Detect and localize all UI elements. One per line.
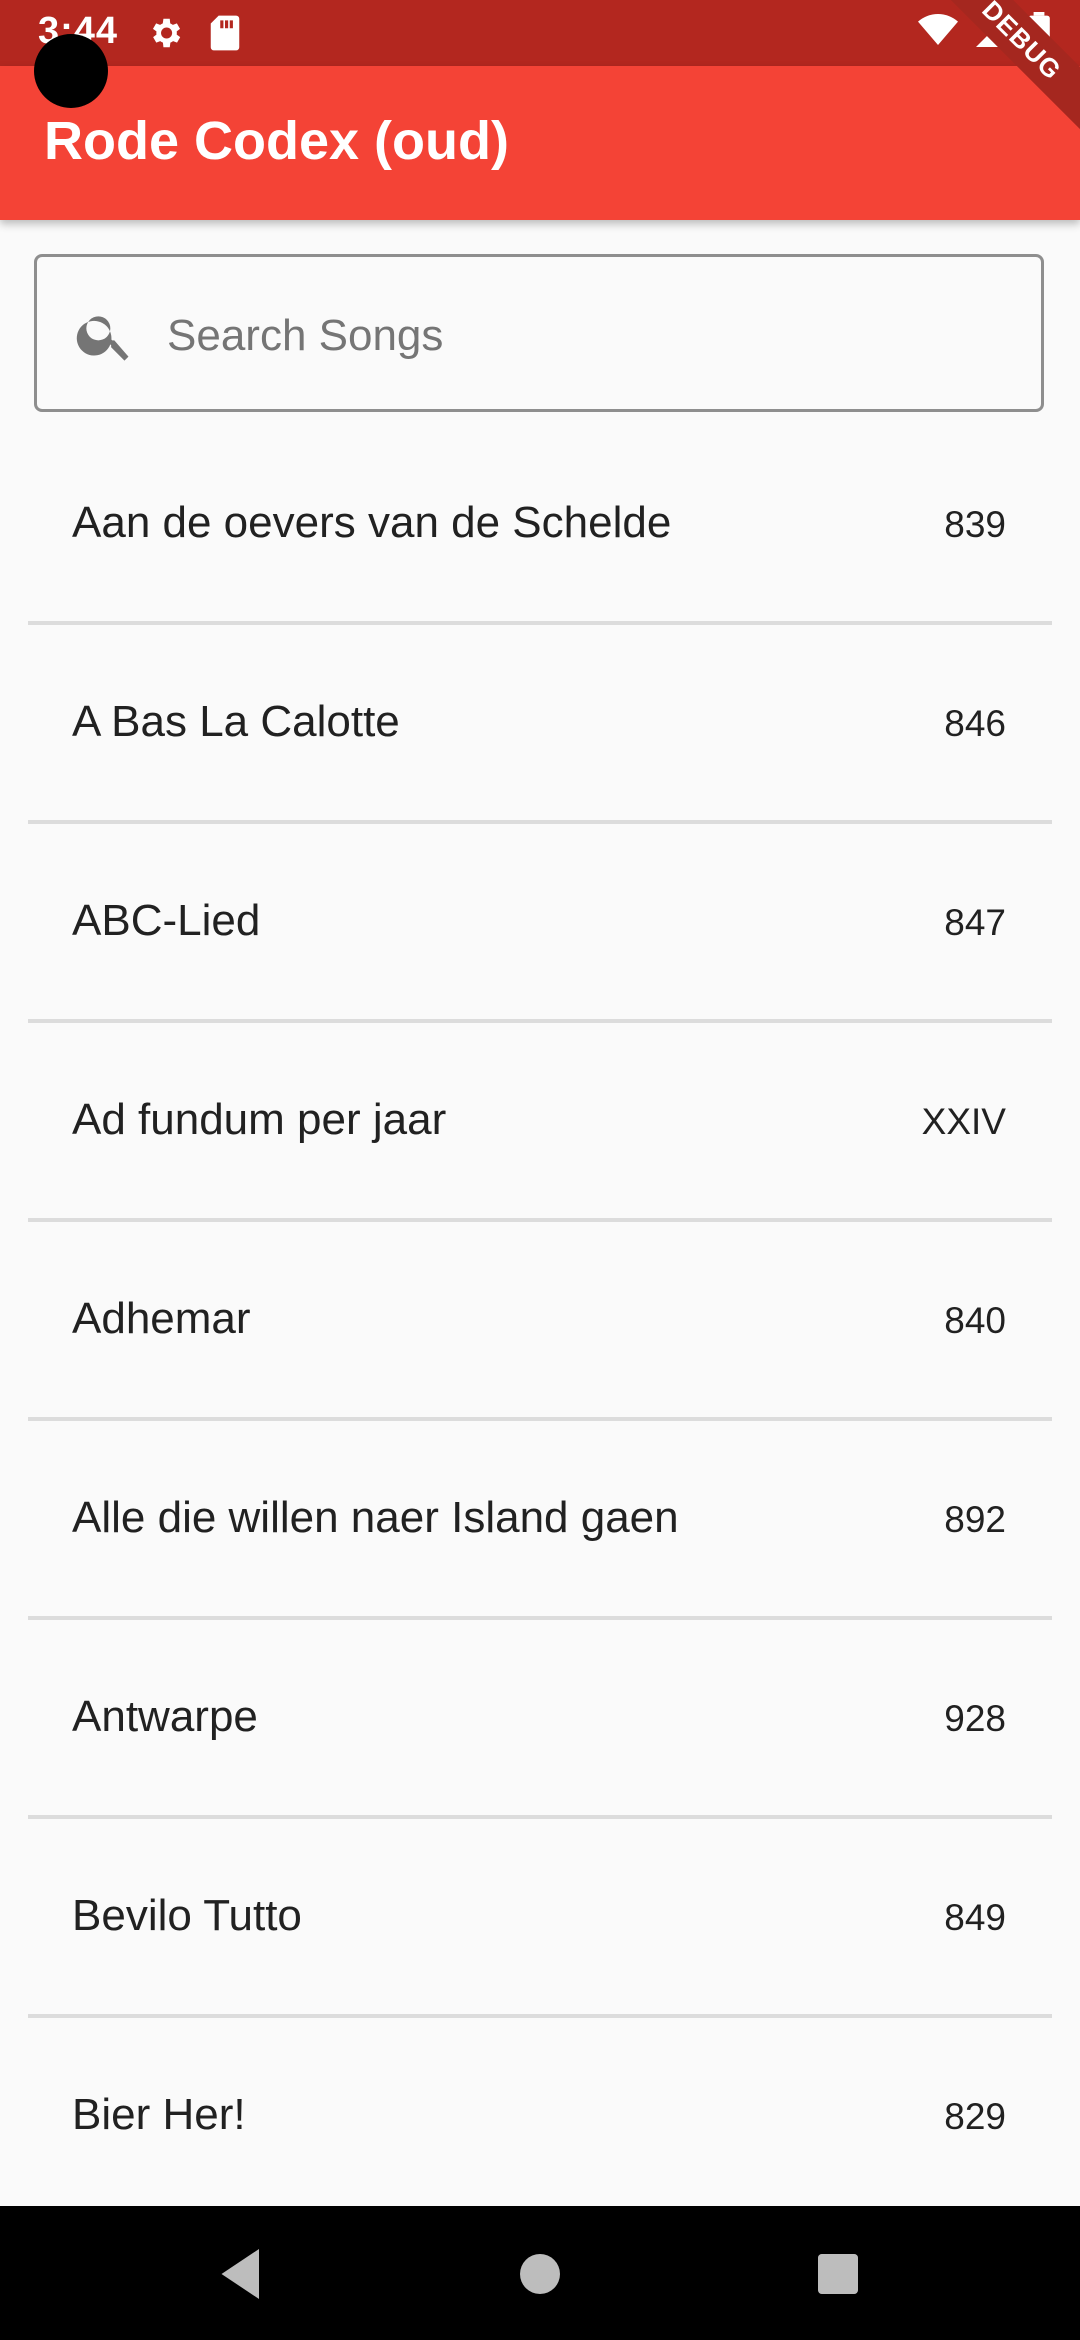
song-title: Aan de oevers van de Schelde (72, 498, 672, 547)
song-number: 928 (944, 1698, 1006, 1739)
song-list-item[interactable]: Alle die willen naer Island gaen 892 (28, 1421, 1052, 1620)
wifi-icon (918, 13, 958, 52)
song-title: Ad fundum per jaar (72, 1095, 447, 1144)
song-list: Aan de oevers van de Schelde 839 A Bas L… (0, 426, 1080, 2217)
status-bar: 3:44 (0, 0, 1080, 66)
song-number: 847 (944, 902, 1006, 943)
song-number: 846 (944, 703, 1006, 744)
page-title: Rode Codex (oud) (44, 111, 509, 171)
search-input[interactable] (165, 287, 1009, 385)
song-list-item[interactable]: A Bas La Calotte 846 (28, 625, 1052, 824)
home-icon[interactable] (510, 2244, 570, 2304)
camera-cutout (34, 34, 108, 108)
song-number: 892 (944, 1499, 1006, 1540)
song-title: Alle die willen naer Island gaen (72, 1493, 679, 1542)
back-icon[interactable] (214, 2244, 274, 2304)
sd-card-icon (208, 14, 242, 57)
song-list-item[interactable]: Ad fundum per jaar XXIV (28, 1023, 1052, 1222)
song-number: 840 (944, 1300, 1006, 1341)
song-list-item[interactable]: Bier Her! 829 (28, 2018, 1052, 2217)
song-number: 829 (944, 2096, 1006, 2137)
status-left-icons (146, 14, 242, 57)
song-list-item[interactable]: ABC-Lied 847 (28, 824, 1052, 1023)
song-list-item[interactable]: Antwarpe 928 (28, 1620, 1052, 1819)
screen: 3:44 Rode Codex (oud) DEBUG Search Songs… (0, 0, 1080, 2340)
settings-icon (146, 14, 184, 57)
song-number: 849 (944, 1897, 1006, 1938)
song-title: Bier Her! (72, 2090, 246, 2139)
search-field[interactable] (34, 254, 1044, 412)
navigation-bar (0, 2206, 1080, 2340)
song-title: A Bas La Calotte (72, 697, 400, 746)
song-list-item[interactable]: Adhemar 840 (28, 1222, 1052, 1421)
song-title: ABC-Lied (72, 896, 261, 945)
recents-icon[interactable] (808, 2244, 868, 2304)
song-number: 839 (944, 504, 1006, 545)
search-icon (73, 303, 137, 367)
song-title: Bevilo Tutto (72, 1891, 302, 1940)
song-title: Antwarpe (72, 1692, 258, 1741)
song-number: XXIV (921, 1101, 1006, 1142)
app-bar: Rode Codex (oud) (0, 66, 1080, 220)
song-title: Adhemar (72, 1294, 251, 1343)
song-list-item[interactable]: Bevilo Tutto 849 (28, 1819, 1052, 2018)
song-list-item[interactable]: Aan de oevers van de Schelde 839 (28, 426, 1052, 625)
